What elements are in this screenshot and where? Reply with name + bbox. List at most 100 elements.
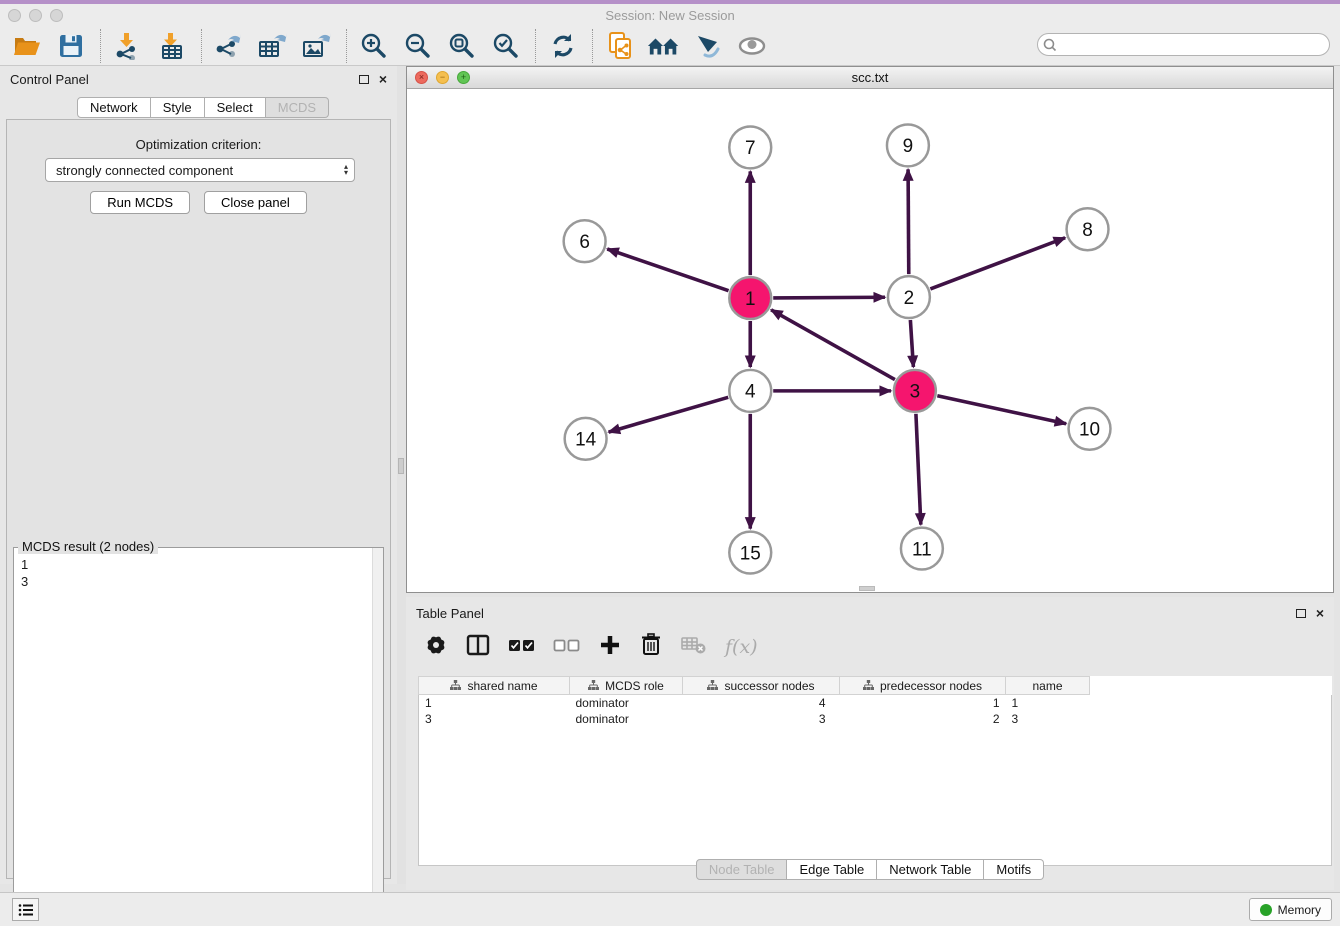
export-table-icon[interactable]: [256, 30, 290, 62]
control-panel-tabs: Network Style Select MCDS: [77, 97, 329, 118]
tab-edge-table[interactable]: Edge Table: [787, 859, 877, 880]
zoom-out-icon[interactable]: [401, 30, 435, 62]
column-header-successor-nodes[interactable]: successor nodes: [683, 677, 840, 695]
graph-node-8[interactable]: 8: [1067, 208, 1109, 250]
graph-edge-4-14[interactable]: [609, 397, 729, 432]
graph-node-15[interactable]: 15: [729, 532, 771, 574]
zoom-selected-icon[interactable]: [489, 30, 523, 62]
graph-edge-2-8[interactable]: [930, 238, 1065, 289]
graph-node-9[interactable]: 9: [887, 124, 929, 166]
optimization-criterion-value: strongly connected component: [56, 163, 233, 178]
delete-row-icon[interactable]: [639, 632, 663, 663]
close-table-panel-icon[interactable]: ×: [1316, 606, 1324, 620]
list-icon: [18, 903, 34, 917]
close-panel-button[interactable]: Close panel: [204, 191, 307, 214]
tab-mcds[interactable]: MCDS: [266, 97, 329, 118]
tab-network[interactable]: Network: [77, 97, 151, 118]
clone-network-icon[interactable]: [603, 30, 637, 62]
table-row[interactable]: 3 dominator 3 2 3: [419, 711, 1332, 727]
network-hscrollbar[interactable]: [859, 586, 875, 591]
select-all-icon[interactable]: [508, 637, 536, 658]
export-network-icon[interactable]: [212, 30, 246, 62]
control-panel-header: Control Panel ×: [0, 66, 397, 92]
import-table-icon[interactable]: [155, 30, 189, 62]
search-icon: [1038, 37, 1060, 53]
table-panel-title: Table Panel: [416, 606, 484, 621]
control-panel-title: Control Panel: [10, 72, 89, 87]
table-panel: Table Panel × f(x) shared: [406, 597, 1334, 890]
zoom-in-icon[interactable]: [357, 30, 391, 62]
toolbar-separator: [100, 29, 101, 63]
graph-node-3[interactable]: 3: [894, 370, 936, 412]
deselect-all-icon[interactable]: [553, 637, 581, 658]
column-header-mcds-role[interactable]: MCDS role: [570, 677, 683, 695]
column-header-predecessor-nodes[interactable]: predecessor nodes: [840, 677, 1006, 695]
zoom-fit-icon[interactable]: [445, 30, 479, 62]
import-network-icon[interactable]: [111, 30, 145, 62]
graph-node-2[interactable]: 2: [888, 276, 930, 318]
graph-node-11[interactable]: 11: [901, 528, 943, 570]
table-row[interactable]: 1 dominator 4 1 1: [419, 695, 1332, 711]
open-session-icon[interactable]: [10, 30, 44, 62]
tab-motifs[interactable]: Motifs: [984, 859, 1044, 880]
graph-node-4[interactable]: 4: [729, 370, 771, 412]
export-image-icon[interactable]: [300, 30, 334, 62]
column-header-shared-name[interactable]: shared name: [419, 677, 570, 695]
svg-text:7: 7: [745, 138, 756, 159]
tab-network-table[interactable]: Network Table: [877, 859, 984, 880]
graph-node-14[interactable]: 14: [565, 418, 607, 460]
table-header-row: shared name MCDS role successor nodes pr…: [419, 677, 1332, 695]
result-scrollbar[interactable]: [372, 548, 383, 923]
show-columns-icon[interactable]: [465, 633, 491, 662]
window-title: Session: New Session: [0, 8, 1340, 23]
graph-node-7[interactable]: 7: [729, 126, 771, 168]
graph-edge-2-3[interactable]: [910, 320, 913, 367]
panel-divider[interactable]: [397, 66, 406, 884]
graph-edge-3-1[interactable]: [771, 310, 895, 380]
node-table: shared name MCDS role successor nodes pr…: [418, 676, 1332, 866]
toolbar-separator: [201, 29, 202, 63]
column-type-icon: [863, 680, 874, 691]
refresh-layout-icon[interactable]: [546, 30, 580, 62]
float-table-panel-icon[interactable]: [1296, 609, 1306, 618]
graph-edge-1-2[interactable]: [773, 297, 885, 298]
divider-handle[interactable]: [398, 458, 404, 474]
houses-icon[interactable]: [647, 30, 681, 62]
optimization-criterion-select[interactable]: strongly connected component ▴▾: [45, 158, 355, 182]
network-title: scc.txt: [407, 70, 1333, 85]
table-options-gear-icon[interactable]: [424, 633, 448, 662]
graph-node-1[interactable]: 1: [729, 277, 771, 319]
network-canvas[interactable]: 7 9 6 8 1 2 4 3 14 10 15 11: [407, 89, 1333, 592]
run-mcds-button[interactable]: Run MCDS: [90, 191, 190, 214]
add-row-icon[interactable]: [598, 633, 622, 662]
column-header-name[interactable]: name: [1006, 677, 1090, 695]
graphics-details-icon[interactable]: [691, 30, 725, 62]
graph-edge-3-10[interactable]: [937, 396, 1066, 424]
main-titlebar: Session: New Session: [0, 4, 1340, 27]
graph-edge-3-11[interactable]: [916, 414, 921, 525]
graph-edge-2-9[interactable]: [908, 169, 909, 274]
search-input[interactable]: [1060, 38, 1329, 52]
memory-status-icon: [1260, 904, 1272, 916]
function-builder-icon[interactable]: f(x): [725, 636, 758, 658]
graph-node-10[interactable]: 10: [1069, 408, 1111, 450]
search-box[interactable]: [1037, 33, 1330, 56]
graph-edge-1-6[interactable]: [607, 249, 728, 291]
network-titlebar[interactable]: × − + scc.txt: [407, 67, 1333, 89]
tab-node-table[interactable]: Node Table: [696, 859, 788, 880]
tab-style[interactable]: Style: [151, 97, 205, 118]
network-graph[interactable]: 7 9 6 8 1 2 4 3 14 10 15 11: [407, 89, 1333, 592]
graph-node-6[interactable]: 6: [564, 220, 606, 262]
delete-table-icon[interactable]: [680, 634, 708, 661]
main-toolbar: [0, 27, 1340, 66]
table-empty-area: [419, 727, 1332, 866]
float-panel-icon[interactable]: [359, 75, 369, 84]
tab-select[interactable]: Select: [205, 97, 266, 118]
memory-button[interactable]: Memory: [1249, 898, 1332, 921]
control-panel: Control Panel × Network Style Select MCD…: [0, 66, 397, 884]
close-panel-icon[interactable]: ×: [379, 72, 387, 86]
svg-text:9: 9: [903, 136, 914, 157]
save-session-icon[interactable]: [54, 30, 88, 62]
eye-icon[interactable]: [735, 30, 769, 62]
task-history-button[interactable]: [12, 898, 39, 921]
